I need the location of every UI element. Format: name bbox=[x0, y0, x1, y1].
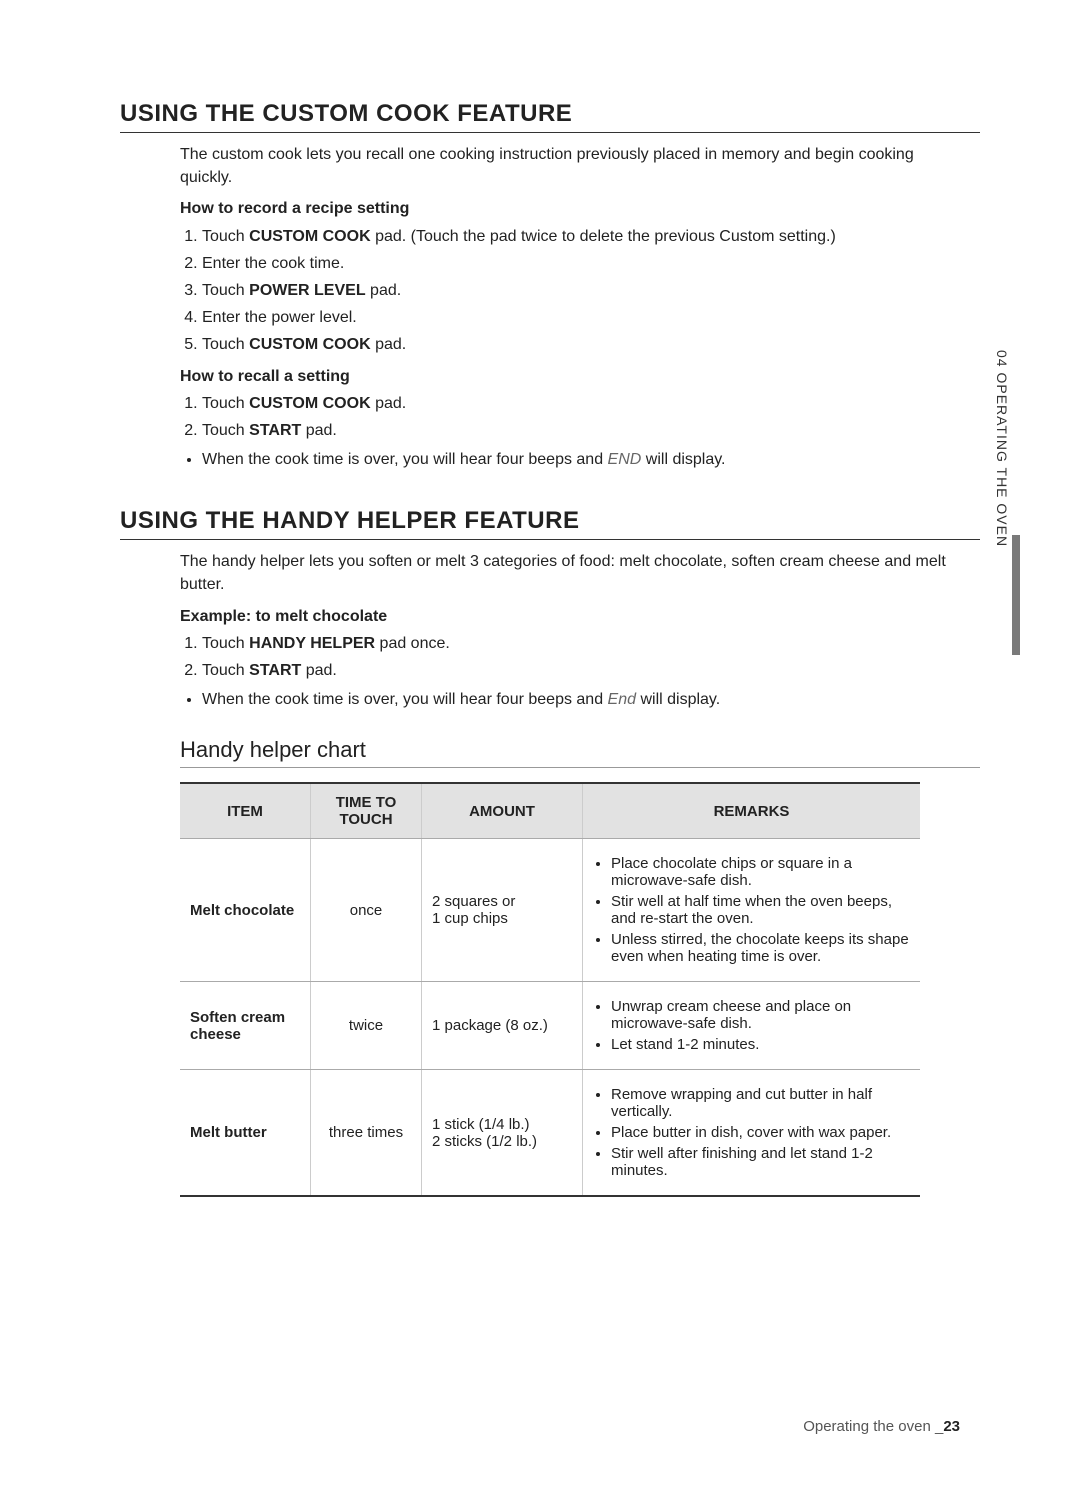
cell-item: Melt chocolate bbox=[180, 839, 311, 982]
cell-amount: 1 stick (1/4 lb.) 2 sticks (1/2 lb.) bbox=[422, 1070, 583, 1197]
text: pad. (Touch the pad twice to delete the … bbox=[371, 228, 836, 245]
remark-item: Place butter in dish, cover with wax pap… bbox=[611, 1124, 910, 1141]
table-row: Soften cream cheese twice 1 package (8 o… bbox=[180, 982, 920, 1070]
text: pad. bbox=[301, 662, 337, 679]
th-item: ITEM bbox=[180, 783, 311, 839]
custom-cook-intro: The custom cook lets you recall one cook… bbox=[180, 143, 960, 189]
record-step-3: Touch POWER LEVEL pad. bbox=[202, 279, 960, 302]
text: Touch bbox=[202, 635, 249, 652]
section-handy-helper-title: USING THE HANDY HELPER FEATURE bbox=[120, 507, 980, 540]
section-handy-helper-body: The handy helper lets you soften or melt… bbox=[180, 550, 960, 711]
italic-text: END bbox=[608, 451, 642, 468]
remark-item: Stir well after finishing and let stand … bbox=[611, 1145, 910, 1179]
text: pad once. bbox=[375, 635, 450, 652]
example-step-1: Touch HANDY HELPER pad once. bbox=[202, 632, 960, 655]
cell-remarks: Remove wrapping and cut butter in half v… bbox=[583, 1070, 921, 1197]
record-steps: Touch CUSTOM COOK pad. (Touch the pad tw… bbox=[180, 225, 960, 357]
remark-item: Let stand 1-2 minutes. bbox=[611, 1036, 910, 1053]
table-header-row: ITEM TIME TO TOUCH AMOUNT REMARKS bbox=[180, 783, 920, 839]
text: Touch bbox=[202, 282, 249, 299]
remark-item: Unwrap cream cheese and place on microwa… bbox=[611, 998, 910, 1032]
bold-text: CUSTOM COOK bbox=[249, 228, 370, 245]
side-tab-label: 04 OPERATING THE OVEN bbox=[994, 350, 1010, 547]
text: 2 squares or bbox=[432, 893, 572, 910]
text: 1 package (8 oz.) bbox=[432, 1017, 572, 1034]
text: Touch bbox=[202, 228, 249, 245]
example-heading: Example: to melt chocolate bbox=[180, 605, 960, 628]
manual-page: 04 OPERATING THE OVEN USING THE CUSTOM C… bbox=[0, 0, 1080, 1495]
remark-item: Unless stirred, the chocolate keeps its … bbox=[611, 931, 910, 965]
record-step-1: Touch CUSTOM COOK pad. (Touch the pad tw… bbox=[202, 225, 960, 248]
recall-note: When the cook time is over, you will hea… bbox=[180, 448, 960, 471]
text: pad. bbox=[301, 422, 337, 439]
italic-text: End bbox=[608, 691, 636, 708]
side-tab-indicator bbox=[1012, 535, 1020, 655]
cell-time: twice bbox=[311, 982, 422, 1070]
record-step-5: Touch CUSTOM COOK pad. bbox=[202, 333, 960, 356]
cell-amount: 2 squares or 1 cup chips bbox=[422, 839, 583, 982]
remark-item: Remove wrapping and cut butter in half v… bbox=[611, 1086, 910, 1120]
page-number: 23 bbox=[943, 1418, 960, 1435]
bold-text: CUSTOM COOK bbox=[249, 336, 370, 353]
th-amount: AMOUNT bbox=[422, 783, 583, 839]
example-note-item: When the cook time is over, you will hea… bbox=[202, 688, 960, 711]
bold-text: START bbox=[249, 662, 301, 679]
record-step-4: Enter the power level. bbox=[202, 306, 960, 329]
text: 1 stick (1/4 lb.) bbox=[432, 1116, 572, 1133]
bold-text: START bbox=[249, 422, 301, 439]
example-note: When the cook time is over, you will hea… bbox=[180, 688, 960, 711]
cell-item: Soften cream cheese bbox=[180, 982, 311, 1070]
text: 1 cup chips bbox=[432, 910, 572, 927]
recall-heading: How to recall a setting bbox=[180, 365, 960, 388]
cell-remarks: Place chocolate chips or square in a mic… bbox=[583, 839, 921, 982]
remark-item: Stir well at half time when the oven bee… bbox=[611, 893, 910, 927]
remark-item: Place chocolate chips or square in a mic… bbox=[611, 855, 910, 889]
th-remarks: REMARKS bbox=[583, 783, 921, 839]
recall-step-2: Touch START pad. bbox=[202, 419, 960, 442]
text: will display. bbox=[636, 691, 720, 708]
footer-text: Operating the oven _ bbox=[803, 1418, 943, 1435]
text: will display. bbox=[641, 451, 725, 468]
section-custom-cook-title: USING THE CUSTOM COOK FEATURE bbox=[120, 100, 980, 133]
record-heading: How to record a recipe setting bbox=[180, 197, 960, 220]
text: Touch bbox=[202, 336, 249, 353]
text: Touch bbox=[202, 422, 249, 439]
cell-time: three times bbox=[311, 1070, 422, 1197]
chart-title: Handy helper chart bbox=[180, 737, 980, 768]
cell-amount: 1 package (8 oz.) bbox=[422, 982, 583, 1070]
text: 2 sticks (1/2 lb.) bbox=[432, 1133, 572, 1150]
text: pad. bbox=[366, 282, 402, 299]
text: pad. bbox=[371, 336, 407, 353]
handy-helper-chart: ITEM TIME TO TOUCH AMOUNT REMARKS Melt c… bbox=[180, 782, 920, 1197]
text: pad. bbox=[371, 395, 407, 412]
example-step-2: Touch START pad. bbox=[202, 659, 960, 682]
section-custom-cook-body: The custom cook lets you recall one cook… bbox=[180, 143, 960, 471]
text: Touch bbox=[202, 662, 249, 679]
bold-text: HANDY HELPER bbox=[249, 635, 375, 652]
text: Touch bbox=[202, 395, 249, 412]
recall-steps: Touch CUSTOM COOK pad. Touch START pad. bbox=[180, 392, 960, 442]
th-time: TIME TO TOUCH bbox=[311, 783, 422, 839]
example-steps: Touch HANDY HELPER pad once. Touch START… bbox=[180, 632, 960, 682]
text: When the cook time is over, you will hea… bbox=[202, 691, 608, 708]
table-row: Melt butter three times 1 stick (1/4 lb.… bbox=[180, 1070, 920, 1197]
cell-time: once bbox=[311, 839, 422, 982]
record-step-2: Enter the cook time. bbox=[202, 252, 960, 275]
text: When the cook time is over, you will hea… bbox=[202, 451, 608, 468]
handy-helper-intro: The handy helper lets you soften or melt… bbox=[180, 550, 960, 596]
page-footer: Operating the oven _23 bbox=[803, 1418, 960, 1435]
recall-step-1: Touch CUSTOM COOK pad. bbox=[202, 392, 960, 415]
cell-item: Melt butter bbox=[180, 1070, 311, 1197]
bold-text: CUSTOM COOK bbox=[249, 395, 370, 412]
recall-note-item: When the cook time is over, you will hea… bbox=[202, 448, 960, 471]
table-row: Melt chocolate once 2 squares or 1 cup c… bbox=[180, 839, 920, 982]
bold-text: POWER LEVEL bbox=[249, 282, 365, 299]
cell-remarks: Unwrap cream cheese and place on microwa… bbox=[583, 982, 921, 1070]
